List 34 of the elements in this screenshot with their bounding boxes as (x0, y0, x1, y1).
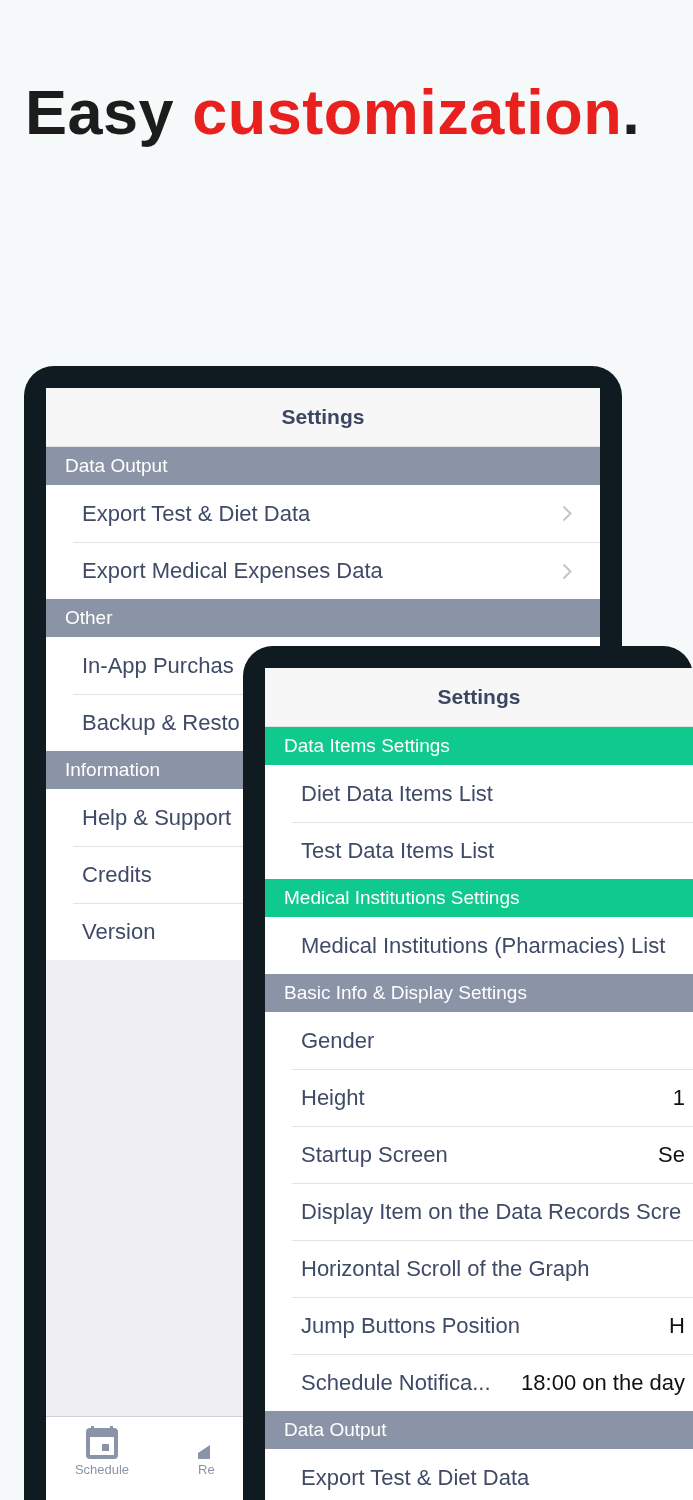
row-label: Version (82, 919, 156, 945)
row-value: 1 (671, 1085, 685, 1111)
screen-title: Settings (437, 685, 521, 709)
row-label: Schedule Notifica... (301, 1370, 491, 1396)
row-label: Help & Support (82, 804, 232, 831)
row-label: Diet Data Items List (301, 780, 493, 807)
row-value: Se (657, 1142, 685, 1168)
tab-icon (198, 1445, 210, 1459)
section-title: Data Output (284, 1419, 387, 1441)
screen-title: Settings (281, 405, 365, 429)
row-label: Height (301, 1085, 365, 1111)
row-label: Gender (301, 1027, 375, 1054)
row-label: In-App Purchas (82, 652, 234, 679)
row-label: Credits (82, 862, 152, 888)
row-label: Test Data Items List (301, 838, 495, 864)
row-label: Horizontal Scroll of the Graph (301, 1256, 590, 1282)
row-label: Jump Buttons Position (301, 1313, 520, 1339)
section-title: Data Items Settings (284, 735, 450, 757)
section-title: Data Output (65, 455, 168, 477)
row-label: Export Medical Expenses Data (82, 558, 383, 584)
row-label: Medical Institutions (Pharmacies) List (301, 932, 666, 959)
row-label: Export Test & Diet Data (82, 500, 311, 527)
headline: Easy customization. (24, 76, 642, 148)
row-label: Startup Screen (301, 1142, 448, 1168)
calendar-icon (86, 1425, 118, 1459)
row-value: 18:00 on the day (520, 1370, 685, 1396)
row-value: H (668, 1313, 685, 1339)
section-title: Medical Institutions Settings (284, 887, 520, 909)
section-title: Other (65, 607, 113, 629)
row-label: Display Item on the Data Records Scre (301, 1199, 682, 1225)
row-label: Export Test & Diet Data (301, 1464, 530, 1491)
row-label: Backup & Resto (82, 710, 240, 736)
section-title: Information (65, 759, 161, 781)
section-title: Basic Info & Display Settings (284, 982, 527, 1004)
